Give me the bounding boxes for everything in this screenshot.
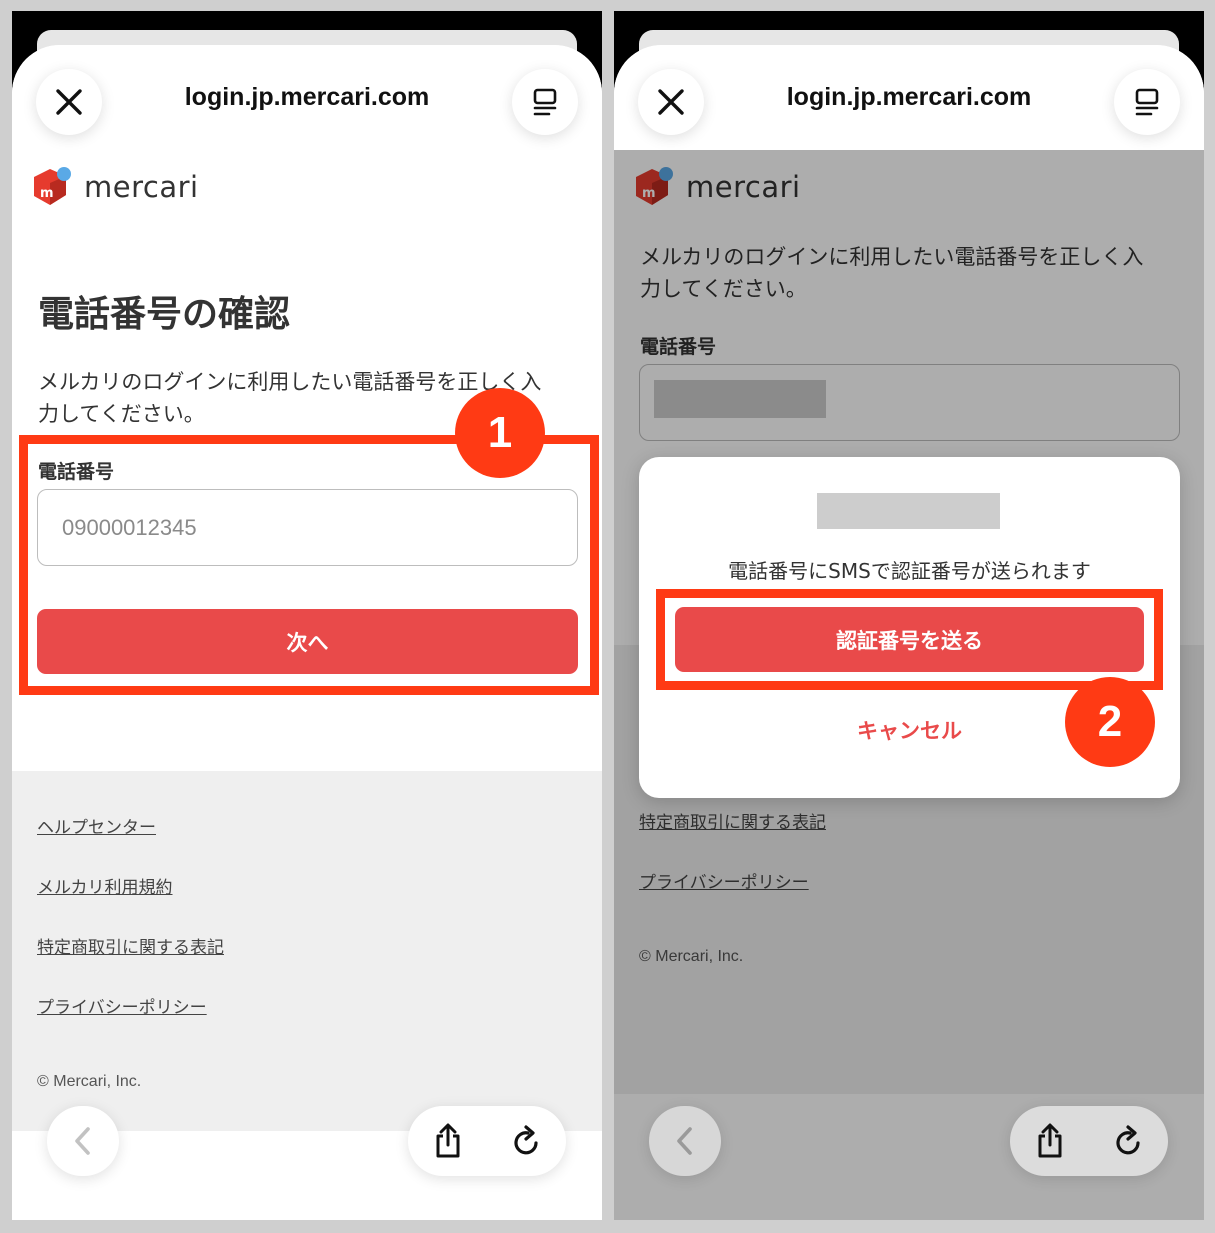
step-badge-2: 2 — [1065, 677, 1155, 767]
reader-mode-button[interactable] — [512, 69, 578, 135]
step-badge-1: 1 — [455, 388, 545, 478]
footer-link-commerce[interactable]: 特定商取引に関する表記 — [37, 933, 224, 958]
close-icon — [658, 89, 684, 115]
close-button[interactable] — [638, 69, 704, 135]
reader-mode-button[interactable] — [1114, 69, 1180, 135]
logo-badge-letter: m — [40, 186, 54, 201]
reader-mode-icon — [1135, 88, 1159, 116]
share-icon[interactable] — [432, 1123, 464, 1159]
highlight-box-step-2 — [656, 589, 1163, 690]
close-icon — [56, 89, 82, 115]
reload-icon[interactable] — [1113, 1124, 1145, 1158]
browser-actions — [408, 1106, 566, 1176]
footer-link-terms[interactable]: メルカリ利用規約 — [37, 873, 173, 898]
chevron-left-icon — [75, 1127, 90, 1155]
reload-icon[interactable] — [511, 1124, 543, 1158]
back-button[interactable] — [649, 1106, 721, 1176]
copyright: © Mercari, Inc. — [37, 1073, 142, 1090]
reader-mode-icon — [533, 88, 557, 116]
back-button[interactable] — [47, 1106, 119, 1176]
logo-wordmark: mercari — [84, 170, 199, 204]
redacted-phone-number — [817, 493, 1000, 529]
browser-url-bar: login.jp.mercari.com — [12, 45, 602, 150]
browser-url-bar: login.jp.mercari.com — [614, 45, 1204, 150]
dialog-message: 電話番号にSMSで認証番号が送られます — [728, 559, 1091, 583]
url-text[interactable]: login.jp.mercari.com — [714, 83, 1104, 112]
mercari-logo: m mercari — [30, 165, 199, 209]
mercari-logo-icon: m — [34, 167, 71, 205]
browser-actions — [1010, 1106, 1168, 1176]
page-title: 電話番号の確認 — [38, 294, 291, 335]
footer-link-privacy[interactable]: プライバシーポリシー — [37, 993, 207, 1018]
chevron-left-icon — [677, 1127, 692, 1155]
footer-link-help[interactable]: ヘルプセンター — [37, 813, 156, 838]
close-button[interactable] — [36, 69, 102, 135]
url-text[interactable]: login.jp.mercari.com — [112, 83, 502, 112]
share-icon[interactable] — [1034, 1123, 1066, 1159]
